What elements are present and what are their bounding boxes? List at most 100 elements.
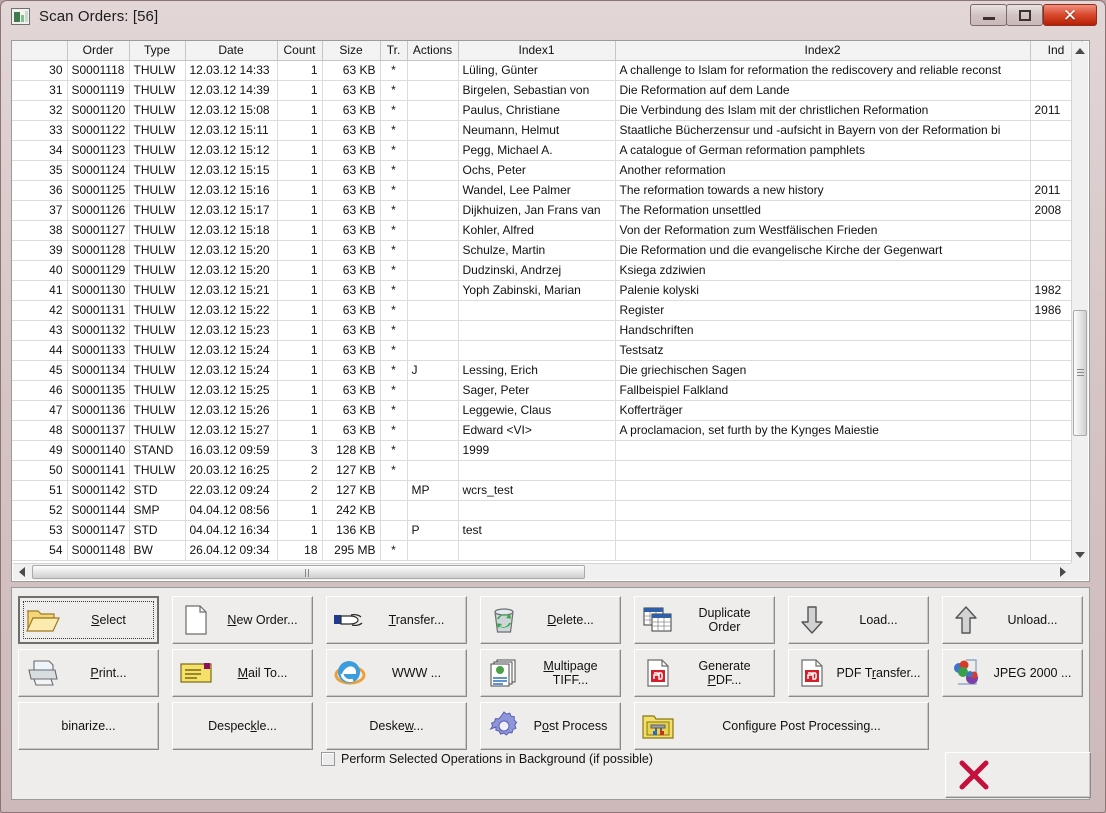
- document-icon: [173, 605, 219, 635]
- mail-to-button[interactable]: Mail To...: [172, 649, 313, 697]
- background-operations-checkbox[interactable]: [321, 752, 335, 766]
- maximize-button[interactable]: [1006, 4, 1043, 26]
- duplicate-order-button[interactable]: Duplicate Order: [634, 596, 775, 644]
- table-row[interactable]: 39 S0001128 THULW 12.03.12 15:20 1 63 KB * Schu…: [12, 240, 1083, 261]
- scan-orders-grid[interactable]: Order Type Date Count Size Tr. Actions Index1 In…: [11, 40, 1090, 582]
- cell-index1: Edward <VI>: [458, 420, 616, 441]
- column-header-actions[interactable]: Actions: [407, 41, 459, 61]
- deskew-label: Deskew...: [369, 719, 424, 733]
- title-bar[interactable]: Scan Orders: [56] ✕: [1, 1, 1105, 35]
- deskew-button[interactable]: Deskew...: [326, 702, 467, 750]
- scroll-right-button[interactable]: [1054, 564, 1071, 580]
- www-button[interactable]: WWW ...: [326, 649, 467, 697]
- table-row[interactable]: 30 S0001118 THULW 12.03.12 14:33 1 63 KB * Lüli…: [12, 60, 1083, 81]
- cell-count: 1: [277, 160, 323, 181]
- despeckle-button[interactable]: Despeckle...: [172, 702, 313, 750]
- delete-button[interactable]: Delete...: [480, 596, 621, 644]
- jpeg-2000-button[interactable]: JPEG 2000 ...: [942, 649, 1083, 697]
- cell-rownum: 43: [12, 320, 68, 341]
- table-row[interactable]: 49 S0001140 STAND 16.03.12 09:59 3 128 KB * 199…: [12, 440, 1083, 461]
- column-header-size[interactable]: Size: [322, 41, 381, 61]
- cell-size: 63 KB: [322, 420, 381, 441]
- cell-index1: Birgelen, Sebastian von: [458, 80, 616, 101]
- table-row[interactable]: 40 S0001129 THULW 12.03.12 15:20 1 63 KB * Dudz…: [12, 260, 1083, 281]
- post-process-button[interactable]: Post Process: [480, 702, 621, 750]
- minimize-button[interactable]: [970, 4, 1007, 26]
- table-row[interactable]: 38 S0001127 THULW 12.03.12 15:18 1 63 KB * Kohl…: [12, 220, 1083, 241]
- cell-date: 12.03.12 14:33: [185, 60, 278, 81]
- multipage-tiff-button[interactable]: Multipage TIFF...: [480, 649, 621, 697]
- close-button[interactable]: ✕: [1043, 4, 1097, 26]
- cell-date: 12.03.12 15:11: [185, 120, 278, 141]
- cell-size: 63 KB: [322, 120, 381, 141]
- table-row[interactable]: 37 S0001126 THULW 12.03.12 15:17 1 63 KB * Dijk…: [12, 200, 1083, 221]
- column-header-index1[interactable]: Index1: [458, 41, 616, 61]
- configure-post-processing-button[interactable]: Configure Post Processing...: [634, 702, 929, 750]
- table-row[interactable]: 47 S0001136 THULW 12.03.12 15:26 1 63 KB * Legg…: [12, 400, 1083, 421]
- cell-date: 12.03.12 14:39: [185, 80, 278, 101]
- column-header-index2[interactable]: Index2: [615, 41, 1031, 61]
- binarize-button[interactable]: binarize...: [18, 702, 159, 750]
- cell-type: THULW: [129, 360, 186, 381]
- cell-size: 63 KB: [322, 140, 381, 161]
- cell-tr: *: [380, 280, 408, 301]
- cell-size: 127 KB: [322, 480, 381, 501]
- table-row[interactable]: 42 S0001131 THULW 12.03.12 15:22 1 63 KB * Regi…: [12, 300, 1083, 321]
- cell-size: 63 KB: [322, 80, 381, 101]
- table-row[interactable]: 36 S0001125 THULW 12.03.12 15:16 1 63 KB * Wand…: [12, 180, 1083, 201]
- table-row[interactable]: 54 S0001148 BW 26.04.12 09:34 18 295 MB *: [12, 540, 1083, 561]
- table-row[interactable]: 51 S0001142 STD 22.03.12 09:24 2 127 KB MP wcrs…: [12, 480, 1083, 501]
- scroll-down-button[interactable]: [1072, 546, 1088, 563]
- horizontal-scrollbar[interactable]: [13, 563, 1071, 580]
- column-header-date[interactable]: Date: [185, 41, 278, 61]
- cell-count: 1: [277, 380, 323, 401]
- vertical-scrollbar-thumb[interactable]: [1073, 310, 1087, 436]
- transfer-button[interactable]: Transfer...: [326, 596, 467, 644]
- cell-count: 1: [277, 180, 323, 201]
- envelope-icon: [173, 661, 219, 685]
- column-header-type[interactable]: Type: [129, 41, 186, 61]
- background-operations-checkbox-row[interactable]: Perform Selected Operations in Backgroun…: [321, 752, 653, 766]
- cell-type: STD: [129, 480, 186, 501]
- column-header-count[interactable]: Count: [277, 41, 323, 61]
- cell-index2: A challenge to Islam for reformation the…: [615, 60, 1031, 81]
- cell-count: 1: [277, 120, 323, 141]
- generate-pdf-button[interactable]: Generate PDF...: [634, 649, 775, 697]
- cell-actions: [407, 60, 459, 81]
- vertical-scrollbar[interactable]: [1071, 42, 1088, 563]
- table-row[interactable]: 33 S0001122 THULW 12.03.12 15:11 1 63 KB * Neum…: [12, 120, 1083, 141]
- scroll-up-button[interactable]: [1072, 42, 1088, 59]
- column-header-rownum[interactable]: [12, 41, 68, 61]
- table-row[interactable]: 46 S0001135 THULW 12.03.12 15:25 1 63 KB * Sage…: [12, 380, 1083, 401]
- table-row[interactable]: 52 S0001144 SMP 04.04.12 08:56 1 242 KB: [12, 500, 1083, 521]
- table-row[interactable]: 44 S0001133 THULW 12.03.12 15:24 1 63 KB * Test…: [12, 340, 1083, 361]
- cell-tr: *: [380, 380, 408, 401]
- horizontal-scrollbar-thumb[interactable]: [32, 565, 585, 579]
- table-row[interactable]: 34 S0001123 THULW 12.03.12 15:12 1 63 KB * Pegg…: [12, 140, 1083, 161]
- cell-date: 12.03.12 15:27: [185, 420, 278, 441]
- table-row[interactable]: 35 S0001124 THULW 12.03.12 15:15 1 63 KB * Ochs…: [12, 160, 1083, 181]
- select-button[interactable]: Select: [18, 596, 159, 644]
- cell-index2: The Reformation unsettled: [615, 200, 1031, 221]
- cell-size: 63 KB: [322, 360, 381, 381]
- pdf-transfer-button[interactable]: PDF Transfer...: [788, 649, 929, 697]
- mail-to-label: Mail To...: [237, 666, 288, 680]
- table-row[interactable]: 31 S0001119 THULW 12.03.12 14:39 1 63 KB * Birg…: [12, 80, 1083, 101]
- table-row[interactable]: 32 S0001120 THULW 12.03.12 15:08 1 63 KB * Paul…: [12, 100, 1083, 121]
- column-header-tr[interactable]: Tr.: [380, 41, 408, 61]
- scroll-left-button[interactable]: [13, 564, 30, 580]
- cancel-button[interactable]: [945, 752, 1091, 798]
- table-header-row[interactable]: Order Type Date Count Size Tr. Actions Index1 In…: [12, 41, 1083, 61]
- table-row[interactable]: 53 S0001147 STD 04.04.12 16:34 1 136 KB Ptest: [12, 520, 1083, 541]
- load-button[interactable]: Load...: [788, 596, 929, 644]
- table-row[interactable]: 48 S0001137 THULW 12.03.12 15:27 1 63 KB * Edwa…: [12, 420, 1083, 441]
- print-button[interactable]: Print...: [18, 649, 159, 697]
- unload-button[interactable]: Unload...: [942, 596, 1083, 644]
- table-row[interactable]: 43 S0001132 THULW 12.03.12 15:23 1 63 KB * Hand…: [12, 320, 1083, 341]
- table-row[interactable]: 50 S0001141 THULW 20.03.12 16:25 2 127 KB *: [12, 460, 1083, 481]
- cell-rownum: 36: [12, 180, 68, 201]
- table-row[interactable]: 45 S0001134 THULW 12.03.12 15:24 1 63 KB * J Les…: [12, 360, 1083, 381]
- column-header-order[interactable]: Order: [67, 41, 130, 61]
- table-row[interactable]: 41 S0001130 THULW 12.03.12 15:21 1 63 KB * Yoph…: [12, 280, 1083, 301]
- new-order-button[interactable]: New Order...: [172, 596, 313, 644]
